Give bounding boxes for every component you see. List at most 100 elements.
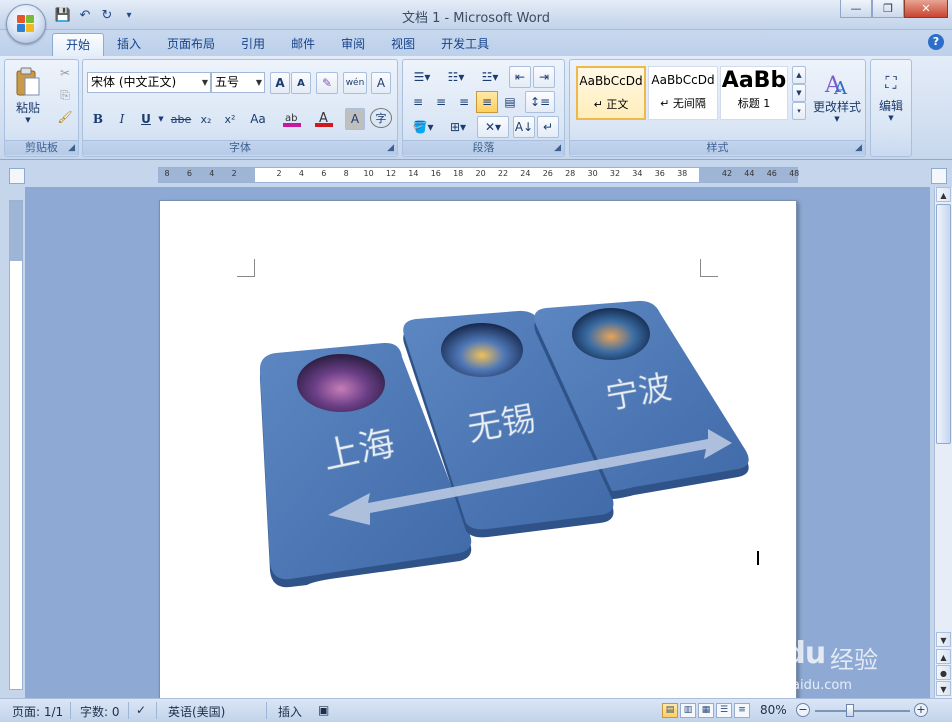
align-left-icon[interactable]: ≡ (407, 91, 429, 113)
ruler-tick-label: 10 (363, 169, 374, 178)
document-page[interactable]: 上海 无锡 宁波 (159, 200, 797, 698)
align-center-icon[interactable]: ≡ (430, 91, 452, 113)
justify-icon[interactable]: ≡ (476, 91, 498, 113)
zoom-slider[interactable] (815, 710, 910, 712)
align-right-icon[interactable]: ≡ (453, 91, 475, 113)
char-border-button[interactable]: A (371, 72, 391, 94)
tab-review[interactable]: 审阅 (328, 33, 378, 56)
highlight-button[interactable]: ab (277, 108, 307, 130)
phonetic-guide-button[interactable]: wén (343, 72, 367, 94)
increase-indent-icon[interactable]: ⇥ (533, 66, 555, 88)
decrease-indent-icon[interactable]: ⇤ (509, 66, 531, 88)
char-shading-button[interactable]: A (345, 108, 365, 130)
minimize-button[interactable]: — (840, 0, 872, 18)
insert-mode[interactable]: 插入 (278, 703, 302, 720)
borders-icon[interactable]: ⊞▾ (443, 116, 473, 138)
distributed-icon[interactable]: ▤ (499, 91, 521, 113)
browse-object-icon[interactable]: ● (936, 665, 951, 680)
editing-button[interactable]: ⛶ 编辑 ▼ (873, 64, 909, 130)
cut-icon[interactable]: ✂ (55, 64, 75, 82)
more-styles-icon[interactable]: ▾ (792, 102, 806, 120)
multilevel-list-icon[interactable]: ☳▾ (475, 66, 505, 88)
strikethrough-button[interactable]: abe (167, 108, 195, 130)
font-size-combo[interactable]: 五号 ▼ (211, 72, 265, 93)
draft-view-icon[interactable]: ≡ (734, 703, 750, 718)
dialog-launcher-icon[interactable]: ◢ (855, 143, 862, 153)
line-spacing-icon[interactable]: ↕≡ (525, 91, 555, 113)
style-normal[interactable]: AaBbCcDd ↵ 正文 (576, 66, 646, 120)
reading-layout-icon[interactable]: ▥ (680, 703, 696, 718)
grow-font-button[interactable]: A (270, 72, 290, 94)
dialog-launcher-icon[interactable]: ◢ (68, 143, 75, 153)
print-layout-icon[interactable]: ▤ (662, 703, 678, 718)
zoom-out-button[interactable]: − (796, 703, 810, 717)
copy-icon[interactable]: ⎘ (55, 86, 75, 104)
tab-home[interactable]: 开始 (52, 33, 105, 56)
bold-button[interactable]: B (87, 108, 109, 130)
web-layout-icon[interactable]: ▦ (698, 703, 714, 718)
clear-format-icon[interactable]: ✎ (316, 72, 338, 94)
chevron-down-icon[interactable]: ▼ (256, 73, 262, 92)
style-heading-1[interactable]: AaBb 标题 1 (720, 66, 788, 120)
help-icon[interactable]: ? (928, 34, 944, 50)
tab-developer[interactable]: 开发工具 (428, 33, 502, 56)
ruler-tick-label: 14 (408, 169, 419, 178)
chevron-down-icon: ▼ (834, 114, 840, 123)
language-status[interactable]: 英语(美国) (168, 703, 225, 720)
close-button[interactable]: ✕ (904, 0, 948, 18)
restore-button[interactable]: ❐ (872, 0, 904, 18)
horizontal-ruler[interactable]: 8 6 4 2 2 4 6 8 10 12 14 16 18 20 22 24 26 28 30 32 34 36 38 42… (158, 167, 799, 183)
font-color-button[interactable]: A (309, 108, 339, 130)
vertical-ruler[interactable] (9, 200, 23, 690)
view-ruler-icon[interactable] (931, 168, 947, 184)
chinese-layout-icon[interactable]: ✕▾ (477, 116, 509, 138)
dialog-launcher-icon[interactable]: ◢ (387, 143, 394, 153)
underline-button[interactable]: U (135, 108, 157, 130)
scroll-down-icon[interactable]: ▼ (792, 84, 806, 102)
font-name-combo[interactable]: 宋体 (中文正文) ▼ (87, 72, 211, 93)
proofing-icon[interactable]: ✓ (136, 703, 146, 717)
dialog-launcher-icon[interactable]: ◢ (554, 143, 561, 153)
tab-insert[interactable]: 插入 (104, 33, 154, 56)
italic-button[interactable]: I (111, 108, 133, 130)
style-name: 标题 1 (737, 97, 771, 110)
enclose-char-button[interactable]: 字 (370, 108, 392, 128)
shading-icon[interactable]: 🪣▾ (407, 116, 439, 138)
macro-record-icon[interactable]: ▣ (318, 703, 329, 717)
word-count[interactable]: 字数: 0 (80, 703, 120, 720)
outline-view-icon[interactable]: ☰ (716, 703, 732, 718)
chevron-down-icon[interactable]: ▼ (157, 108, 165, 130)
vertical-scrollbar[interactable]: ▲ ▼ ▲ ● ▼ (934, 187, 952, 698)
tab-page-layout[interactable]: 页面布局 (154, 33, 228, 56)
scroll-up-button[interactable]: ▲ (936, 187, 951, 202)
sort-icon[interactable]: A↓ (513, 116, 535, 138)
next-page-icon[interactable]: ▼ (936, 681, 951, 696)
tab-view[interactable]: 视图 (378, 33, 428, 56)
paste-button[interactable]: 粘贴 ▼ (11, 64, 45, 126)
page-count[interactable]: 页面: 1/1 (12, 703, 63, 720)
subscript-button[interactable]: x₂ (195, 108, 217, 130)
smartart-graphic[interactable]: 上海 无锡 宁波 (160, 291, 798, 691)
change-styles-button[interactable]: A A 更改样式 ▼ (810, 64, 864, 128)
show-marks-icon[interactable]: ↵ (537, 116, 559, 138)
scroll-up-icon[interactable]: ▲ (792, 66, 806, 84)
tab-selector-icon[interactable] (9, 168, 25, 184)
chevron-down-icon[interactable]: ▼ (202, 73, 208, 92)
shrink-font-button[interactable]: A (291, 72, 311, 94)
scroll-down-button[interactable]: ▼ (936, 632, 951, 647)
zoom-level[interactable]: 80% (760, 703, 787, 717)
previous-page-icon[interactable]: ▲ (936, 649, 951, 664)
tab-mailings[interactable]: 邮件 (278, 33, 328, 56)
superscript-button[interactable]: x² (219, 108, 241, 130)
office-button[interactable] (6, 4, 46, 44)
numbering-icon[interactable]: ☷▾ (441, 66, 471, 88)
format-painter-icon[interactable]: 🖌 (55, 108, 75, 126)
style-no-spacing[interactable]: AaBbCcDd ↵ 无间隔 (648, 66, 718, 120)
bullets-icon[interactable]: ☰▾ (407, 66, 437, 88)
tab-references[interactable]: 引用 (228, 33, 278, 56)
styles-group: AaBbCcDd ↵ 正文 AaBbCcDd ↵ 无间隔 AaBb 标题 1 ▲… (569, 59, 866, 157)
change-case-button[interactable]: Aa (243, 108, 273, 130)
zoom-in-button[interactable]: + (914, 703, 928, 717)
scrollbar-thumb[interactable] (936, 204, 951, 444)
zoom-slider-thumb[interactable] (846, 704, 854, 717)
